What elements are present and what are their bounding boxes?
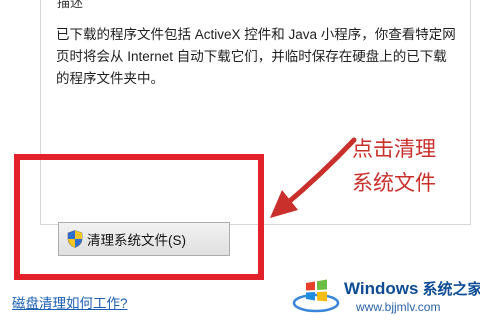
watermark-url: www.bjjmlv.com	[356, 300, 441, 314]
cleanup-system-files-button[interactable]: 清理系统文件(S)	[58, 222, 230, 256]
description-line: 已下载的程序文件包括 ActiveX 控件和 Java 小程序，你查看特定网	[56, 27, 456, 42]
annotation-line: 点击清理	[352, 137, 436, 161]
description-group-label: 描述	[54, 0, 87, 11]
watermark-brand-en: Windows	[344, 279, 419, 298]
watermark-brand-cn: 系统之家	[422, 281, 480, 298]
red-highlight-box	[14, 154, 264, 280]
description-text: 已下载的程序文件包括 ActiveX 控件和 Java 小程序，你查看特定网 页…	[56, 24, 464, 90]
cleanup-system-files-label: 清理系统文件(S)	[87, 233, 186, 248]
watermark: Windows 系统之家 www.bjjmlv.com	[290, 268, 480, 320]
uac-shield-icon	[67, 230, 83, 248]
how-disk-cleanup-works-link[interactable]: 磁盘清理如何工作?	[12, 292, 128, 312]
annotation-arrow-icon	[270, 137, 357, 218]
watermark-brand: Windows 系统之家	[344, 278, 480, 299]
annotation-text: 点击清理 系统文件	[352, 132, 436, 200]
windows-logo-icon	[292, 279, 340, 313]
annotation-line: 系统文件	[352, 171, 436, 195]
disk-cleanup-dialog: 描述 已下载的程序文件包括 ActiveX 控件和 Java 小程序，你查看特定…	[0, 0, 480, 320]
description-line: 页时将会从 Internet 自动下载它们，并临时保存在硬盘上的已下载	[56, 49, 447, 64]
description-line: 的程序文件夹中。	[56, 71, 164, 86]
